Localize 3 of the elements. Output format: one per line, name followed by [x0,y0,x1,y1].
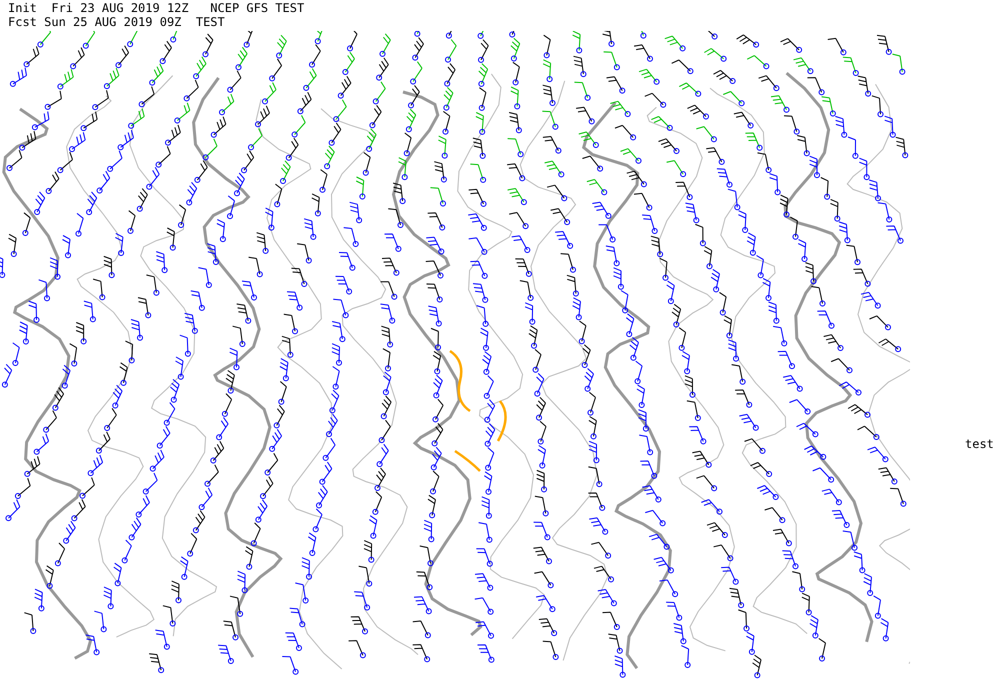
forecast-time-line: Fcst Sun 25 AUG 2019 09Z TEST [8,15,225,29]
init-time-line: Init Fri 23 AUG 2019 12Z NCEP GFS TEST [8,1,304,15]
plot-label: test [965,437,994,451]
